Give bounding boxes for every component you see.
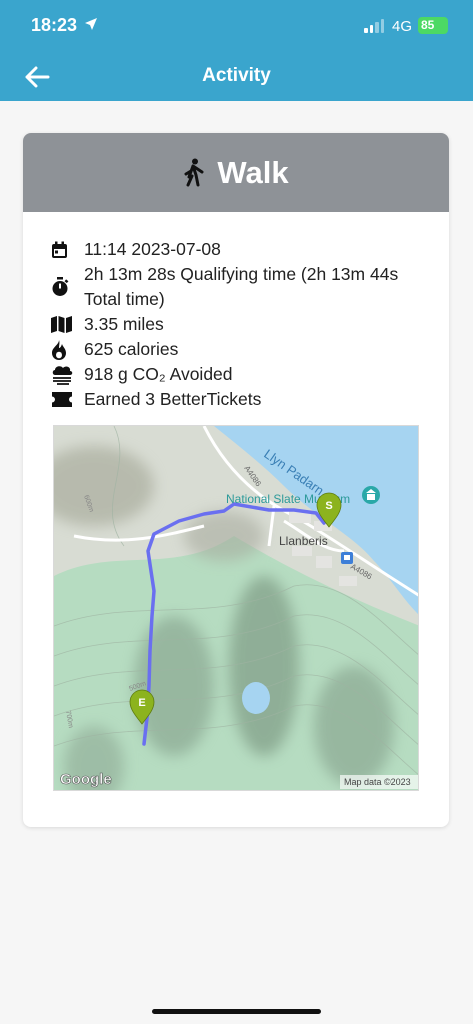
museum-icon bbox=[362, 486, 380, 504]
activity-calories: 625 calories bbox=[84, 339, 179, 359]
end-marker-label: E bbox=[138, 697, 145, 709]
co2-cloud-icon bbox=[52, 365, 73, 385]
activity-type: Walk bbox=[217, 154, 289, 190]
town-label: Llanberis bbox=[279, 534, 328, 548]
start-marker-label: S bbox=[325, 500, 332, 512]
app-bar: Activity bbox=[0, 52, 473, 101]
status-bar: 18:23 4G 85 bbox=[0, 0, 473, 52]
network-type: 4G bbox=[392, 18, 413, 35]
activity-co2: 918 g CO₂ Avoided bbox=[84, 364, 233, 384]
battery-icon: 85 bbox=[418, 17, 448, 34]
flame-icon bbox=[52, 339, 66, 360]
activity-duration: 2h 13m 28s Qualifying time (2h 13m 44s T… bbox=[84, 264, 399, 309]
ticket-icon bbox=[52, 392, 72, 407]
detail-row-time: 2h 13m 28s Qualifying time (2h 13m 44s T… bbox=[51, 262, 431, 312]
activity-tickets: Earned 3 BetterTickets bbox=[84, 389, 262, 409]
map-attribution: Map data ©2023 bbox=[344, 777, 411, 787]
detail-row-calories: 625 calories bbox=[51, 337, 431, 362]
battery-level: 85 bbox=[421, 18, 435, 32]
signal-strength-icon bbox=[364, 19, 384, 33]
route-map[interactable]: Llyn Padarn A4086 A4086 National Slate M… bbox=[53, 425, 419, 791]
stopwatch-icon bbox=[52, 277, 69, 296]
small-lake bbox=[242, 682, 270, 714]
page-title: Activity bbox=[202, 65, 271, 86]
home-indicator[interactable] bbox=[152, 1009, 321, 1014]
bus-stop-icon bbox=[341, 552, 353, 564]
status-time: 18:23 bbox=[31, 15, 78, 35]
google-logo: Google bbox=[60, 771, 112, 788]
activity-details: 11:14 2023-07-08 2h 13m 28s Qualifying t… bbox=[51, 237, 431, 412]
detail-row-co2: 918 g CO₂ Avoided bbox=[51, 362, 431, 387]
map-canvas: Llyn Padarn A4086 A4086 National Slate M… bbox=[54, 426, 418, 790]
location-arrow-icon bbox=[85, 18, 97, 30]
calendar-icon bbox=[52, 241, 67, 258]
activity-card: Walk 11:14 2023-07-08 2h 13m 28s Qualify… bbox=[23, 133, 449, 827]
detail-row-distance: 3.35 miles bbox=[51, 312, 431, 337]
map-icon bbox=[51, 316, 72, 333]
activity-distance: 3.35 miles bbox=[84, 314, 164, 334]
detail-row-tickets: Earned 3 BetterTickets bbox=[51, 387, 431, 412]
activity-header: Walk bbox=[23, 133, 449, 212]
activity-date: 11:14 2023-07-08 bbox=[84, 239, 221, 259]
walking-person-icon bbox=[184, 158, 204, 186]
detail-row-date: 11:14 2023-07-08 bbox=[51, 237, 431, 262]
